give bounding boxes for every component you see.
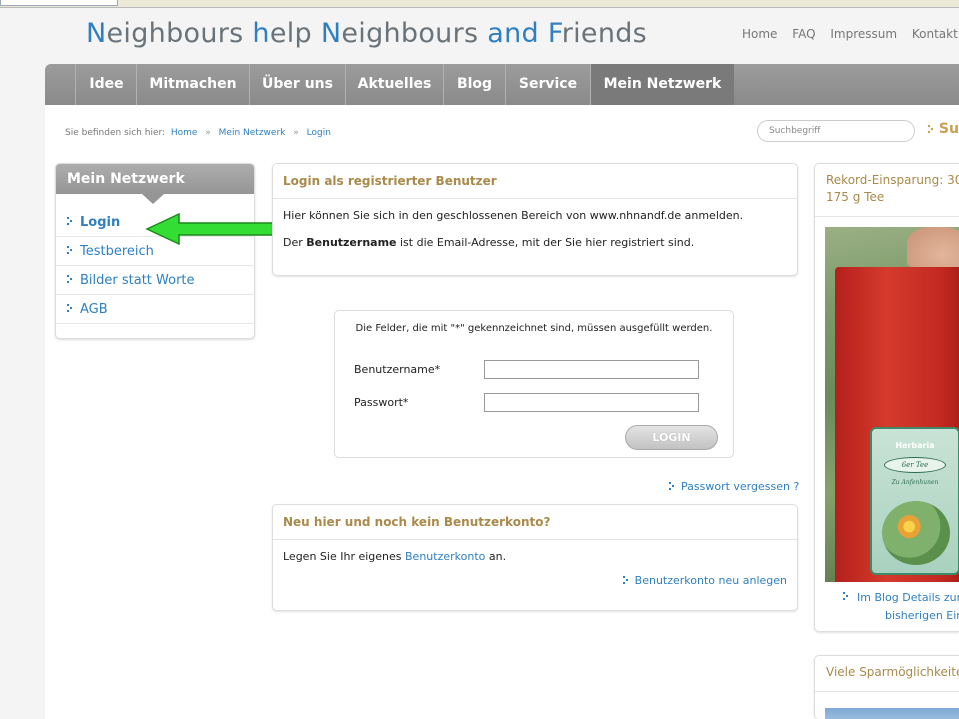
login-info-line1: Hier können Sie sich in den geschlossene…	[283, 209, 744, 222]
tea-product-text: 6er Tee	[884, 457, 946, 473]
register-body: Legen Sie Ihr eigenes Benutzerkonto an. …	[273, 540, 797, 611]
sidebar-item-agb[interactable]: AGB	[56, 295, 254, 324]
tea-photo[interactable]: Herbaria 6er Tee Zu Anfenhunen	[825, 227, 959, 582]
login-info-title: Login als registrierter Benutzer	[273, 164, 797, 199]
login-info-box: Login als registrierter Benutzer Hier kö…	[272, 163, 798, 276]
search-label: Su	[938, 121, 959, 137]
dots-icon	[669, 481, 675, 491]
dots-icon	[67, 304, 73, 313]
username-label: Benutzername*	[354, 363, 441, 376]
browser-address-field[interactable]	[0, 0, 118, 6]
top-link-impressum[interactable]: Impressum	[830, 27, 897, 41]
page: Neighbours help Neighbours and Friends H…	[0, 8, 959, 719]
right-box-tea-title: Rekord-Einsparung: 30 175 g Tee	[815, 164, 959, 217]
create-account-label: Benutzerkonto neu anlegen	[634, 574, 787, 587]
forgot-password-label: Passwort vergessen ?	[681, 480, 800, 493]
sidebar-item-label: Bilder statt Worte	[80, 273, 195, 288]
sidebar-item-bilder[interactable]: Bilder statt Worte	[56, 266, 254, 295]
sidebar-pointer	[142, 194, 164, 204]
forgot-password-link[interactable]: Passwort vergessen ?	[669, 480, 799, 493]
nav-item-ueber-uns[interactable]: Über uns	[249, 64, 345, 105]
nav-item-aktuelles[interactable]: Aktuelles	[345, 64, 443, 105]
blog-details-line2: bisherigen Ein	[885, 609, 959, 622]
form-required-note: Die Felder, die mit "*" gekennzeichnet s…	[355, 323, 713, 334]
register-text-post: an.	[485, 550, 507, 563]
login-info-body: Hier können Sie sich in den geschlossene…	[273, 199, 797, 273]
blog-details-link[interactable]: Im Blog Details zur bisherigen Ein	[815, 589, 959, 625]
site-title-part: eighbours	[341, 18, 488, 49]
tea-bag-image: Herbaria 6er Tee Zu Anfenhunen	[835, 267, 959, 582]
breadcrumb-mein-netzwerk[interactable]: Mein Netzwerk	[219, 128, 286, 138]
login-info-line2-post: ist die Email-Adresse, mit der Sie hier …	[396, 236, 695, 249]
sidebar: Mein Netzwerk Login Testbereich Bilder s…	[55, 163, 255, 339]
hand-image	[907, 227, 959, 267]
register-account-link[interactable]: Benutzerkonto	[405, 550, 485, 563]
login-info-line2-bold: Benutzername	[306, 236, 397, 249]
right-box-tea-title-line1: Rekord-Einsparung: 30	[826, 173, 959, 187]
nav-item-blog[interactable]: Blog	[443, 64, 505, 105]
site-title-part: F	[547, 18, 562, 49]
create-account-link[interactable]: Benutzerkonto neu anlegen	[622, 574, 787, 587]
site-title-part: N	[86, 18, 107, 49]
dots-icon	[67, 246, 73, 255]
right-box-tea-title-line2: 175 g Tee	[826, 190, 885, 204]
tea-sub-text: Zu Anfenhunen	[891, 479, 939, 486]
register-action-row: Benutzerkonto neu anlegen	[283, 574, 787, 587]
tea-label-image: Herbaria 6er Tee Zu Anfenhunen	[870, 427, 959, 575]
breadcrumb-home[interactable]: Home	[171, 128, 198, 138]
username-input[interactable]	[484, 360, 699, 379]
breadcrumb: Sie befinden sich hier: Home » Mein Netz…	[65, 128, 331, 138]
sidebar-item-label: Testbereich	[80, 244, 154, 259]
top-link-home[interactable]: Home	[742, 27, 777, 41]
breadcrumb-separator: »	[293, 128, 299, 138]
login-form: Die Felder, die mit "*" gekennzeichnet s…	[334, 310, 734, 458]
dots-icon	[67, 217, 73, 226]
sidebar-item-label: Login	[80, 215, 121, 230]
register-box: Neu hier und noch kein Benutzerkonto? Le…	[272, 504, 798, 611]
site-title-part: eighbours	[106, 18, 253, 49]
top-link-kontakt[interactable]: Kontakt	[912, 27, 958, 41]
right-box-tea: Rekord-Einsparung: 30 175 g Tee Herbaria…	[814, 163, 959, 632]
site-title-part: riends	[561, 18, 648, 49]
main-nav: Idee Mitmachen Über uns Aktuelles Blog S…	[45, 64, 959, 105]
nav-item-service[interactable]: Service	[505, 64, 590, 105]
register-text: Legen Sie Ihr eigenes Benutzerkonto an.	[283, 550, 787, 563]
register-text-pre: Legen Sie Ihr eigenes	[283, 550, 405, 563]
nav-item-idee[interactable]: Idee	[75, 64, 137, 105]
site-title[interactable]: Neighbours help Neighbours and Friends	[86, 18, 647, 49]
top-link-faq[interactable]: FAQ	[792, 27, 815, 41]
nav-item-mitmachen[interactable]: Mitmachen	[136, 64, 249, 105]
search-input[interactable]: Suchbegriff	[757, 120, 915, 142]
top-links: Home FAQ Impressum Kontakt S	[742, 27, 959, 41]
tea-flowers-image	[882, 501, 950, 565]
sidebar-title: Mein Netzwerk	[56, 164, 254, 194]
password-label: Passwort*	[354, 396, 409, 409]
tea-brand-text: Herbaria	[895, 441, 935, 450]
street-photo[interactable]	[825, 708, 959, 719]
breadcrumb-login[interactable]: Login	[307, 128, 331, 138]
right-box-spar-title: Viele Sparmöglichkeite	[815, 656, 959, 692]
breadcrumb-separator: »	[205, 128, 211, 138]
site-title-part: and	[487, 18, 548, 49]
sidebar-item-label: AGB	[80, 302, 108, 317]
dots-icon	[928, 124, 934, 134]
dots-icon	[67, 275, 73, 284]
browser-chrome-strip	[0, 0, 959, 8]
right-box-spar: Viele Sparmöglichkeite	[814, 655, 959, 719]
register-title: Neu hier und noch kein Benutzerkonto?	[273, 505, 797, 540]
site-title-part: N	[320, 18, 342, 49]
breadcrumb-prefix: Sie befinden sich hier:	[65, 128, 166, 138]
login-button[interactable]: LOGIN	[625, 425, 718, 450]
dots-icon	[843, 592, 849, 601]
nav-item-mein-netzwerk[interactable]: Mein Netzwerk	[590, 64, 734, 105]
search-button[interactable]: Su	[928, 121, 959, 137]
dots-icon	[622, 575, 629, 585]
site-title-part: h	[252, 18, 270, 49]
login-info-line2: Der Benutzername ist die Email-Adresse, …	[283, 236, 787, 249]
site-title-part: elp	[269, 18, 321, 49]
blog-details-line1: Im Blog Details zur	[857, 591, 959, 604]
password-input[interactable]	[484, 393, 699, 412]
login-info-line2-pre: Der	[283, 236, 307, 249]
